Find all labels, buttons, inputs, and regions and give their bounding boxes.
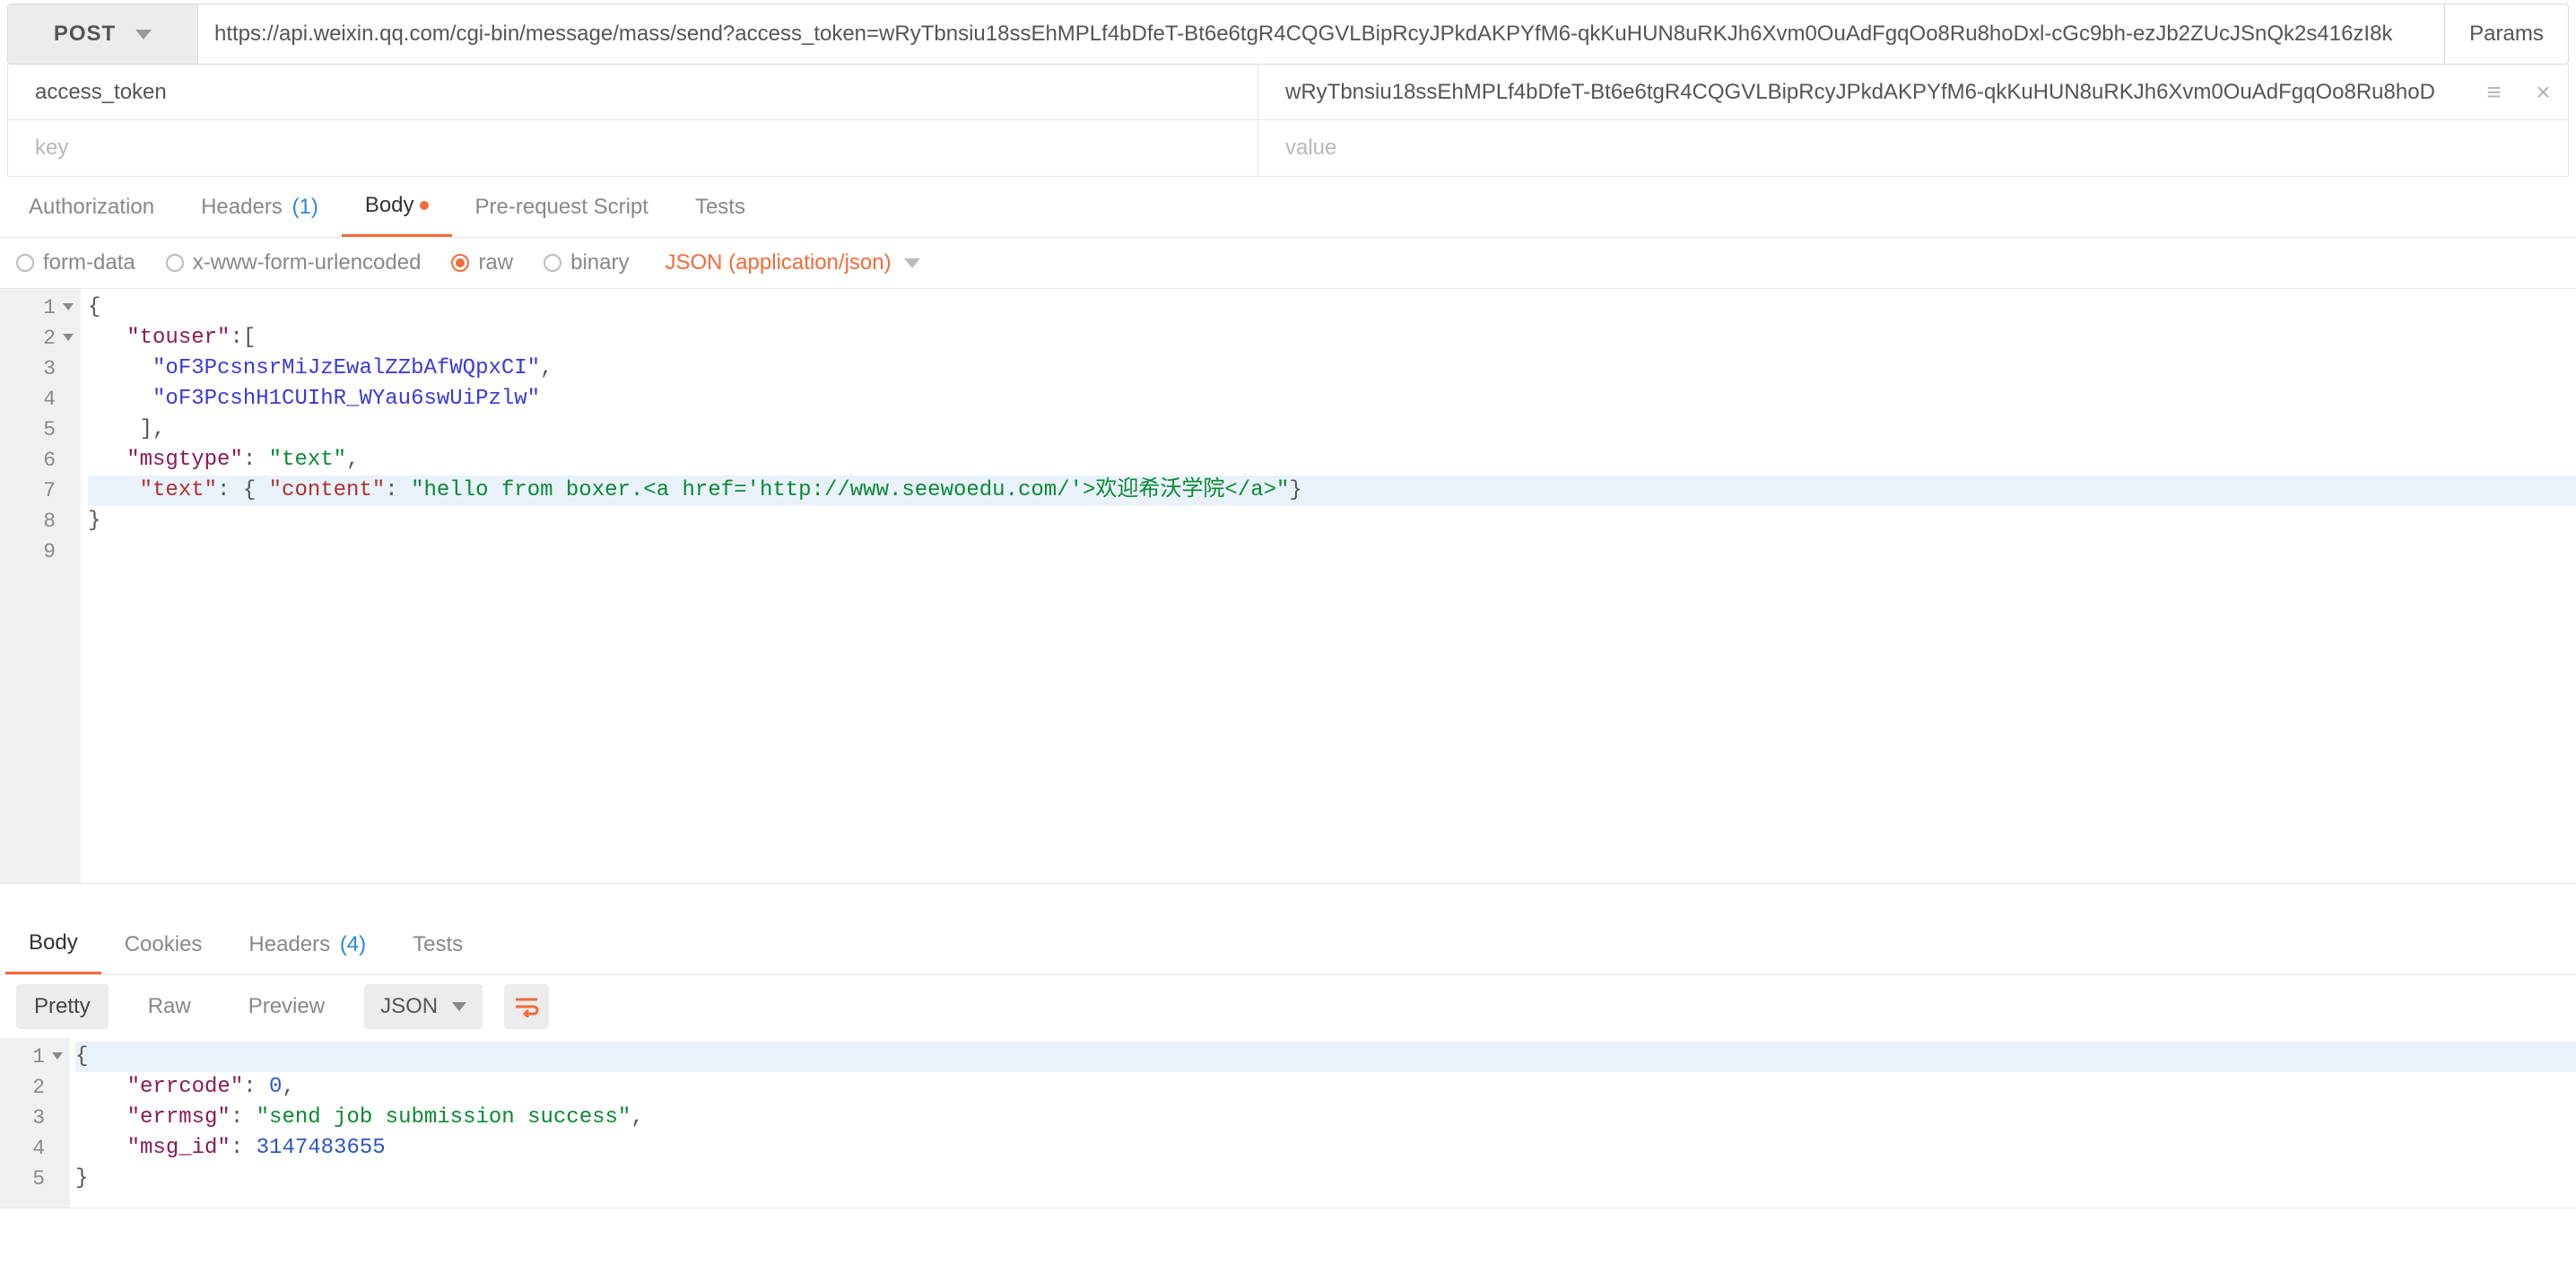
tab-body[interactable]: Body bbox=[342, 177, 452, 237]
http-method-label: POST bbox=[54, 22, 116, 47]
tab-prerequest-script[interactable]: Pre-request Script bbox=[452, 177, 672, 237]
editor-code-area[interactable]: { "touser":[ "oF3PcsnsrMiJzEwalZZbAfWQpx… bbox=[81, 289, 2576, 883]
resp-tab-headers[interactable]: Headers (4) bbox=[225, 914, 389, 974]
param-key-cell[interactable]: access_token bbox=[8, 65, 1258, 119]
chevron-down-icon bbox=[452, 1002, 466, 1011]
query-params-table: access_token wRyTbnsiu18ssEhMPLf4bDfeT-B… bbox=[7, 65, 2569, 177]
raw-content-type-dropdown[interactable]: JSON (application/json) bbox=[665, 250, 919, 275]
response-tabs: Body Cookies Headers (4) Tests bbox=[0, 914, 2576, 975]
resp-tab-headers-label: Headers bbox=[248, 932, 330, 957]
body-type-row: form-data x-www-form-urlencoded raw bina… bbox=[0, 238, 2576, 288]
chevron-down-icon bbox=[135, 30, 152, 39]
tab-headers-count: (1) bbox=[292, 195, 318, 220]
resp-tab-body[interactable]: Body bbox=[5, 914, 101, 974]
tab-tests[interactable]: Tests bbox=[672, 177, 769, 237]
chevron-down-icon bbox=[904, 258, 920, 268]
editor-code-area[interactable]: { "errcode": 0, "errmsg": "send job subm… bbox=[70, 1038, 2576, 1208]
resp-tab-cookies[interactable]: Cookies bbox=[101, 914, 226, 974]
equals-icon[interactable]: ≡ bbox=[2486, 78, 2501, 107]
response-toolbar: Pretty Raw Preview JSON bbox=[0, 975, 2576, 1038]
editor-gutter: 123456789 bbox=[0, 289, 81, 883]
http-method-dropdown[interactable]: POST bbox=[8, 4, 198, 64]
raw-content-type-label: JSON (application/json) bbox=[665, 250, 891, 275]
params-button[interactable]: Params bbox=[2444, 4, 2568, 64]
wrap-lines-icon bbox=[514, 996, 539, 1017]
tab-authorization[interactable]: Authorization bbox=[5, 177, 178, 237]
param-row-actions: ≡ × bbox=[2469, 78, 2568, 107]
radio-form-data-label: form-data bbox=[43, 250, 135, 275]
pretty-button[interactable]: Pretty bbox=[16, 984, 109, 1029]
tab-headers[interactable]: Headers (1) bbox=[178, 177, 342, 237]
response-format-dropdown[interactable]: JSON bbox=[364, 984, 483, 1029]
radio-icon bbox=[451, 254, 469, 272]
editor-gutter: 12345 bbox=[0, 1038, 70, 1208]
response-format-label: JSON bbox=[380, 994, 438, 1019]
radio-binary-label: binary bbox=[570, 250, 629, 275]
radio-form-data[interactable]: form-data bbox=[16, 250, 135, 275]
request-tabs: Authorization Headers (1) Body Pre-reque… bbox=[0, 177, 2576, 238]
param-key-placeholder[interactable]: key bbox=[8, 120, 1258, 176]
preview-button[interactable]: Preview bbox=[231, 984, 343, 1029]
radio-binary[interactable]: binary bbox=[544, 250, 629, 275]
radio-raw-label: raw bbox=[478, 250, 513, 275]
close-icon[interactable]: × bbox=[2536, 78, 2550, 107]
param-row-empty: key value bbox=[8, 120, 2568, 176]
wrap-lines-button[interactable] bbox=[504, 984, 549, 1029]
url-input[interactable] bbox=[198, 4, 2444, 64]
param-row: access_token wRyTbnsiu18ssEhMPLf4bDfeT-B… bbox=[8, 65, 2568, 120]
resp-tab-tests[interactable]: Tests bbox=[389, 914, 486, 974]
tab-headers-label: Headers bbox=[201, 195, 283, 220]
radio-urlencoded-label: x-www-form-urlencoded bbox=[193, 250, 422, 275]
resp-tab-headers-count: (4) bbox=[340, 932, 366, 957]
radio-icon bbox=[166, 254, 184, 272]
radio-raw[interactable]: raw bbox=[451, 250, 513, 275]
param-value-placeholder[interactable]: value bbox=[1258, 120, 2469, 176]
radio-icon bbox=[544, 254, 561, 272]
modified-dot-icon bbox=[420, 201, 429, 210]
raw-button[interactable]: Raw bbox=[130, 984, 209, 1029]
request-url-bar: POST Params bbox=[7, 4, 2569, 65]
param-value-cell[interactable]: wRyTbnsiu18ssEhMPLf4bDfeT-Bt6e6tgR4CQGVL… bbox=[1258, 65, 2469, 119]
tab-body-label: Body bbox=[365, 193, 414, 218]
request-body-editor[interactable]: 123456789 { "touser":[ "oF3PcsnsrMiJzEwa… bbox=[0, 288, 2576, 884]
radio-icon bbox=[16, 254, 34, 272]
radio-urlencoded[interactable]: x-www-form-urlencoded bbox=[166, 250, 422, 275]
response-body-editor[interactable]: 12345 { "errcode": 0, "errmsg": "send jo… bbox=[0, 1038, 2576, 1209]
